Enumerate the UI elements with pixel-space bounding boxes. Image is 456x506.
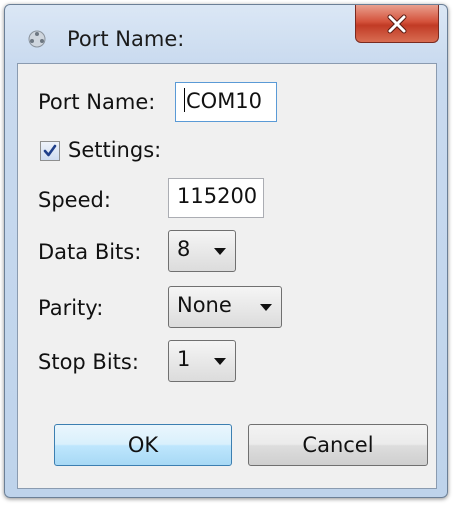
settings-checkbox[interactable] xyxy=(40,141,60,161)
close-icon xyxy=(387,14,407,33)
port-name-label: Port Name: xyxy=(38,90,156,114)
title-bar[interactable]: Port Name: xyxy=(5,5,447,65)
settings-label: Settings: xyxy=(68,138,162,162)
parity-label: Parity: xyxy=(38,296,104,320)
stop-bits-select[interactable]: 1 xyxy=(168,340,236,382)
speed-label: Speed: xyxy=(38,188,111,212)
data-bits-select[interactable]: 8 xyxy=(168,230,236,272)
close-button[interactable] xyxy=(355,5,439,43)
dialog-body: Port Name: COM10 Settings: Speed: 115200… xyxy=(17,63,437,489)
data-bits-value: 8 xyxy=(177,237,191,261)
stop-bits-label: Stop Bits: xyxy=(38,350,139,374)
chevron-down-icon xyxy=(214,358,226,365)
ok-button[interactable]: OK xyxy=(54,424,232,466)
chevron-down-icon xyxy=(214,248,226,255)
chevron-down-icon xyxy=(260,304,272,311)
checkmark-icon xyxy=(43,144,57,157)
stop-bits-value: 1 xyxy=(177,347,191,371)
cancel-button[interactable]: Cancel xyxy=(248,424,428,466)
port-name-value: COM10 xyxy=(186,89,263,113)
data-bits-label: Data Bits: xyxy=(38,240,142,264)
serial-port-icon xyxy=(27,29,47,49)
parity-select[interactable]: None xyxy=(168,286,282,328)
port-name-input[interactable]: COM10 xyxy=(175,82,277,122)
port-name-dialog: Port Name: Port Name: COM10 Settings: Sp… xyxy=(4,4,448,498)
speed-input[interactable]: 115200 xyxy=(168,178,264,218)
window-title: Port Name: xyxy=(67,27,185,51)
speed-value: 115200 xyxy=(177,184,258,208)
parity-value: None xyxy=(177,293,232,317)
text-caret xyxy=(184,88,185,112)
